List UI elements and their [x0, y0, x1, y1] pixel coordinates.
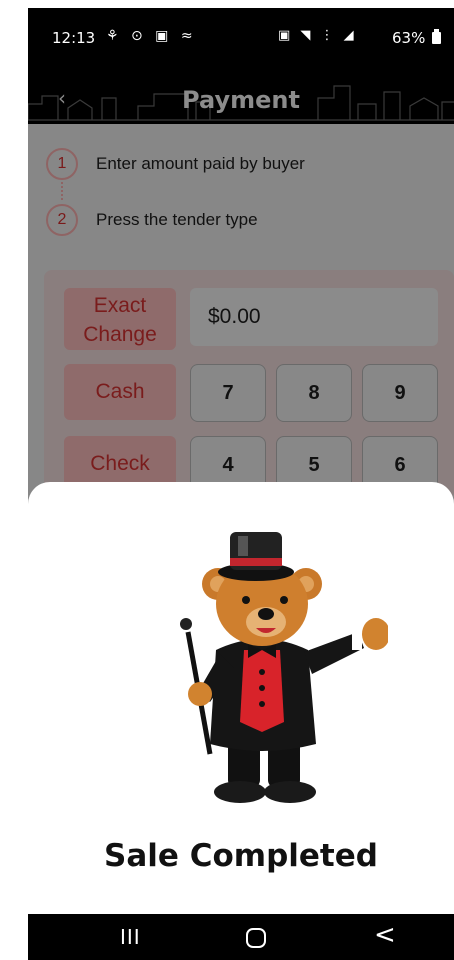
step-text: Enter amount paid by buyer: [96, 154, 305, 173]
cash-button[interactable]: Cash: [64, 364, 176, 420]
app-header: ‹ Payment: [28, 68, 454, 124]
home-icon[interactable]: [246, 928, 266, 948]
page-title: Payment: [182, 86, 300, 114]
keypad-key-8[interactable]: 8: [276, 364, 352, 422]
exact-change-label-line1: Exact: [93, 294, 147, 317]
battery-icon: [432, 29, 441, 44]
phone-screen: 12:13 ⚘ ⊙ ▣ ≈ ▣ ◥ ⋮ ◢ 63% ‹ Payment 1 En…: [28, 8, 454, 960]
keypad-key-7[interactable]: 7: [190, 364, 266, 422]
system-nav-bar: III <: [28, 914, 454, 960]
step-number: 1: [46, 148, 78, 180]
battery-percentage: 63%: [392, 29, 426, 47]
tender-panel: Exact Change Cash Check $0.00 7 8 9 4 5 …: [44, 270, 454, 500]
bear-mascot-image: [180, 532, 388, 803]
keypad-key-9[interactable]: 9: [362, 364, 438, 422]
status-time: 12:13: [52, 29, 96, 47]
recents-icon[interactable]: III: [120, 925, 141, 949]
sale-completed-sheet: Sale Completed: [28, 482, 454, 914]
exact-change-button[interactable]: Exact Change: [64, 288, 176, 350]
step-text: Press the tender type: [96, 210, 258, 229]
step-number: 2: [46, 204, 78, 236]
notification-icons: ⚘ ⊙ ▣ ≈: [106, 28, 197, 44]
step-connector: [61, 182, 63, 200]
signal-icons: ▣ ◥ ⋮ ◢: [278, 28, 357, 43]
status-bar: 12:13 ⚘ ⊙ ▣ ≈ ▣ ◥ ⋮ ◢ 63%: [28, 8, 454, 68]
amount-input[interactable]: $0.00: [190, 288, 438, 346]
sale-completed-message: Sale Completed: [104, 838, 378, 874]
back-icon[interactable]: <: [374, 920, 396, 950]
exact-change-label-line2: Change: [83, 323, 157, 346]
